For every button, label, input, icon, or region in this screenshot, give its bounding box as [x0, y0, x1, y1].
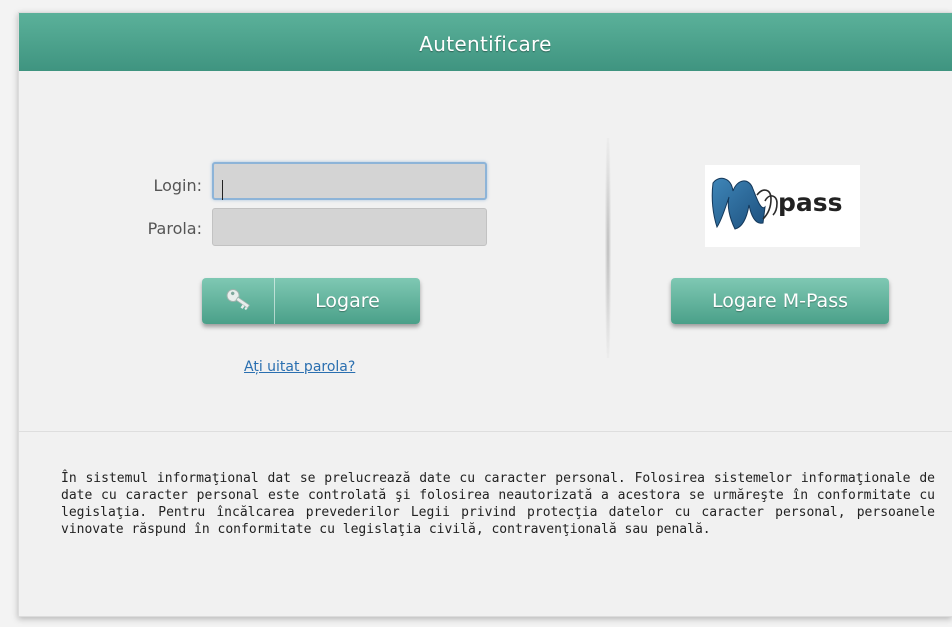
- login-label: Login:: [153, 176, 202, 195]
- login-input[interactable]: [212, 162, 487, 200]
- login-panel: Autentificare Login: Parola: Logare Ați …: [18, 12, 952, 617]
- horizontal-divider: [19, 431, 952, 432]
- key-icon: [226, 288, 251, 311]
- mpass-logo: pass: [705, 165, 860, 247]
- mpass-m-icon: [711, 177, 778, 230]
- key-icon-box: [202, 278, 275, 324]
- password-input[interactable]: [212, 208, 487, 246]
- mpass-login-button[interactable]: Logare M-Pass: [671, 278, 889, 324]
- text-caret: [222, 180, 223, 200]
- forgot-password-link[interactable]: Ați uitat parola?: [244, 359, 355, 375]
- login-button[interactable]: Logare: [202, 278, 420, 324]
- page-title: Autentificare: [19, 13, 952, 71]
- privacy-notice: În sistemul informaţional dat se prelucr…: [61, 471, 935, 537]
- vertical-divider: [605, 138, 611, 358]
- password-label: Parola:: [147, 219, 202, 238]
- mpass-logo-text: pass: [778, 188, 843, 217]
- login-button-label: Logare: [315, 290, 380, 312]
